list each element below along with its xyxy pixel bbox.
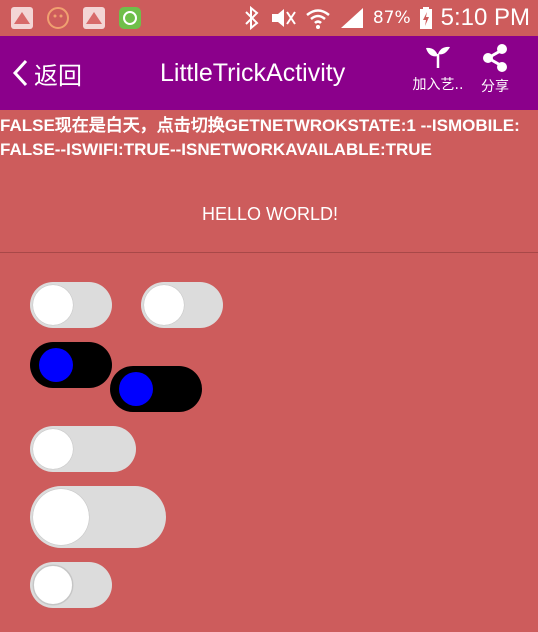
bluetooth-icon	[245, 6, 259, 30]
switch-7[interactable]	[30, 562, 112, 608]
battery-icon	[419, 7, 432, 29]
back-label: 返回	[34, 61, 82, 90]
share-button[interactable]: 分享	[463, 44, 527, 104]
switch-1[interactable]	[30, 282, 112, 328]
clock: 5:10 PM	[440, 4, 530, 31]
notification-icon-3	[83, 7, 105, 29]
switch-3[interactable]	[30, 342, 112, 388]
mute-icon	[271, 9, 296, 27]
battery-percent: 87%	[372, 8, 411, 28]
status-bar: 87% 5:10 PM	[0, 0, 538, 36]
wifi-icon	[306, 9, 330, 29]
back-arrow-icon	[12, 59, 28, 87]
divider	[0, 252, 538, 253]
join-label: 加入艺..	[412, 77, 464, 93]
switch-6[interactable]	[30, 486, 166, 548]
hello-text: HELLO WORLD!	[201, 204, 339, 224]
join-button[interactable]: 加入艺..	[406, 44, 470, 104]
sprout-icon	[426, 46, 450, 68]
share-label: 分享	[481, 79, 509, 95]
back-button[interactable]: 返回	[10, 36, 82, 110]
switch-4[interactable]	[110, 366, 202, 412]
network-state-text[interactable]: FALSE现在是白天，点击切换GETNETWROKSTATE:1 --ISMOB…	[0, 114, 530, 162]
notification-icon-4	[119, 7, 141, 29]
signal-icon	[340, 8, 363, 28]
switch-2[interactable]	[141, 282, 223, 328]
page-title: LittleTrickActivity	[160, 59, 346, 87]
notification-icon-2	[47, 7, 69, 29]
share-icon	[483, 44, 507, 72]
toolbar: 返回 LittleTrickActivity 加入艺.. 分享	[0, 36, 538, 110]
switch-5[interactable]	[30, 426, 136, 472]
notification-icon-1	[11, 7, 33, 29]
